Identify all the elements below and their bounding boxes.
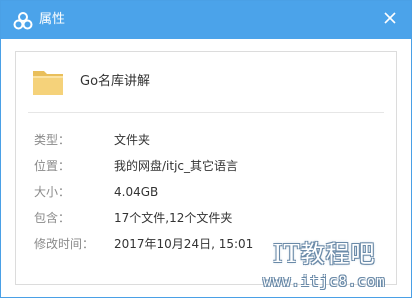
property-label: 位置： — [34, 159, 71, 173]
property-label: 类型： — [34, 133, 71, 147]
watermark-title: IT教程吧 — [273, 240, 376, 268]
window-title: 属性 — [39, 12, 66, 27]
divider — [28, 112, 384, 113]
file-name: Go名库讲解 — [80, 74, 151, 89]
property-label: 包含： — [34, 211, 71, 225]
watermark-url: www.itjc8.com — [263, 274, 386, 290]
title-bar[interactable]: 属性 — [1, 1, 411, 39]
property-value: 我的网盘/itjc_其它语言 — [114, 159, 239, 173]
property-label: 修改时间： — [34, 237, 95, 251]
property-label: 大小： — [34, 185, 71, 199]
property-value: 17个文件,12个文件夹 — [114, 211, 233, 225]
folder-icon — [33, 71, 63, 95]
close-icon — [384, 12, 396, 24]
property-row-contents: 包含： 17个文件,12个文件夹 — [16, 209, 396, 227]
property-row-size: 大小： 4.04GB — [16, 183, 396, 201]
watermark: IT教程吧 www.itjc8.com — [259, 235, 409, 295]
baidu-netdisk-cloud-icon — [13, 12, 33, 30]
property-row-location: 位置： 我的网盘/itjc_其它语言 — [16, 157, 396, 175]
property-value: 文件夹 — [114, 133, 151, 147]
property-row-type: 类型： 文件夹 — [16, 131, 396, 149]
close-button[interactable] — [379, 7, 401, 29]
property-value: 4.04GB — [114, 185, 159, 199]
property-value: 2017年10月24日, 15:01 — [114, 237, 254, 251]
properties-dialog: 属性 Go名库讲解 类型： 文件夹 位置： 我的网盘/itjc_其它语言 大小：… — [0, 0, 412, 298]
